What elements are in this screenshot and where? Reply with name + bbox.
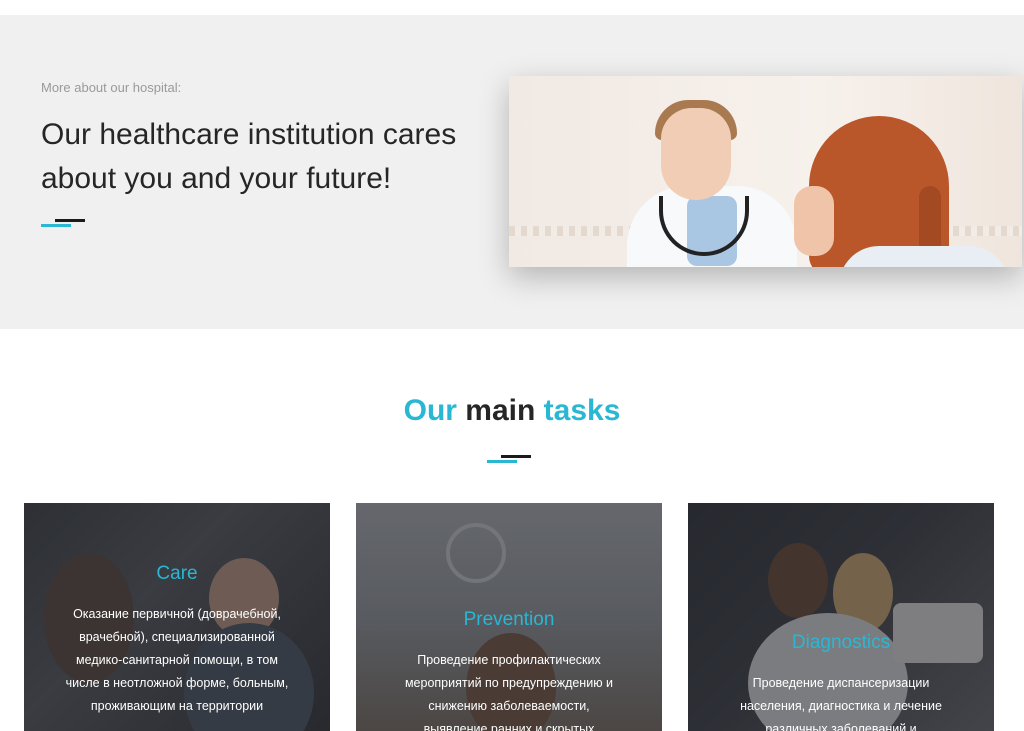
tasks-divider <box>487 455 531 463</box>
divider-dark-bar <box>501 455 531 458</box>
task-card-prevention[interactable]: Prevention Проведение профилактических м… <box>356 503 662 731</box>
card-text: Оказание первичной (доврачебной, врачебн… <box>65 607 289 713</box>
tasks-title-part1: Our <box>403 394 457 427</box>
doctor-patient-photo <box>509 76 1022 267</box>
card-title: Care <box>156 563 198 584</box>
about-kicker: More about our hospital: <box>41 80 182 95</box>
tasks-title-part3: tasks <box>543 394 621 427</box>
section-divider <box>41 219 85 227</box>
card-title: Prevention <box>463 609 555 630</box>
about-section: More about our hospital: Our healthcare … <box>0 15 1024 329</box>
card-text: Проведение диспансеризации населения, ди… <box>740 676 942 731</box>
tasks-title: Our main tasks <box>0 394 1024 428</box>
divider-dark-bar <box>55 219 85 222</box>
card-text: Проведение профилактических мероприятий … <box>404 653 614 731</box>
task-card-care[interactable]: Care Оказание первичной (доврачебной, вр… <box>24 503 330 731</box>
divider-accent-bar <box>487 460 517 463</box>
card-title: Diagnostics <box>791 632 891 653</box>
top-strip <box>0 0 1024 15</box>
tasks-title-part2: main <box>456 394 544 427</box>
divider-accent-bar <box>41 224 71 227</box>
about-headline: Our healthcare institution cares about y… <box>41 118 457 195</box>
task-card-diagnostics[interactable]: Diagnostics Проведение диспансеризации н… <box>688 503 994 731</box>
